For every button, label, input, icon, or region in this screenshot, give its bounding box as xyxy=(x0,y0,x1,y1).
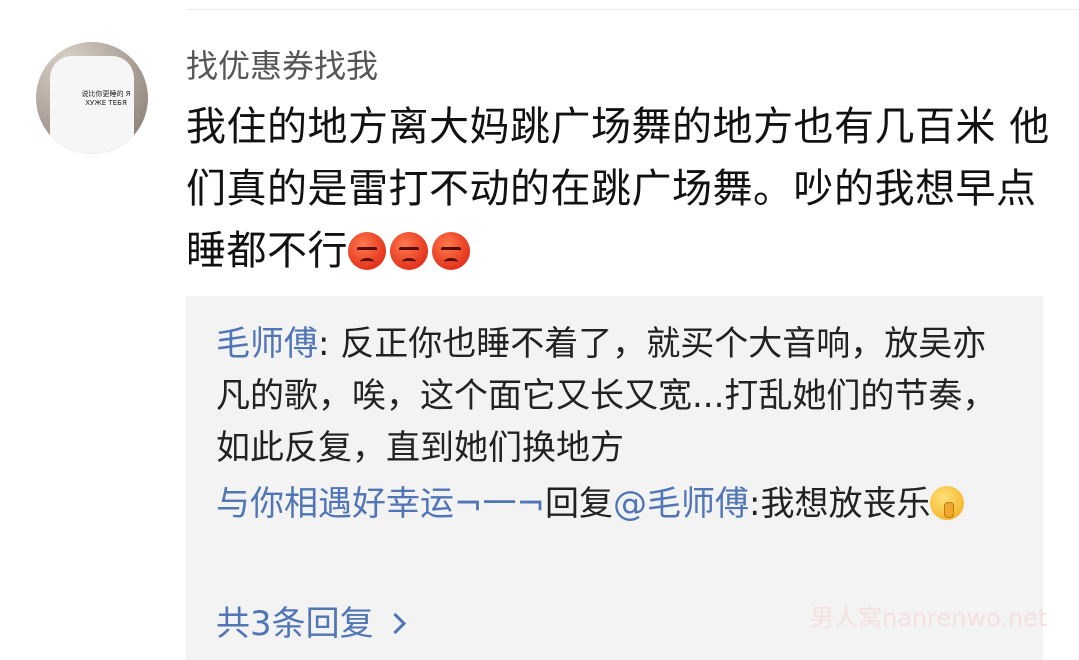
angry-face-icon xyxy=(348,232,386,270)
angry-face-icon xyxy=(390,232,428,270)
reply-word: 回复 xyxy=(544,484,613,524)
chevron-right-icon xyxy=(384,612,406,635)
reply-author[interactable]: 毛师傅 xyxy=(216,324,318,364)
comment-username[interactable]: 找优惠券找我 xyxy=(186,44,378,88)
reply-author[interactable]: 与你相遇好幸运¬一¬ xyxy=(216,484,545,524)
avatar-photo: 说比你更睡的 Я ХУЖЕ ТЕБЯ xyxy=(50,56,134,154)
reply-item[interactable]: 与你相遇好幸运¬一¬回复@毛师傅:我想放丧乐 xyxy=(216,478,1016,530)
comment-body: 我住的地方离大妈跳广场舞的地方也有几百米 他们真的是雷打不动的在跳广场舞。吵的我… xyxy=(186,96,1056,282)
comment-thread: 说比你更睡的 Я ХУЖЕ ТЕБЯ 找优惠券找我 我住的地方离大妈跳广场舞的地… xyxy=(0,0,1079,660)
shush-face-icon xyxy=(930,486,965,520)
more-replies-label: 共3条回复 xyxy=(216,604,374,644)
reply-text: 我想放丧乐 xyxy=(760,484,931,524)
reply-separator: : xyxy=(748,484,761,524)
angry-face-icon xyxy=(432,232,470,270)
more-replies-link[interactable]: 共3条回复 xyxy=(216,602,406,646)
reply-separator: : xyxy=(318,324,341,364)
reply-mention[interactable]: @毛师傅 xyxy=(613,484,749,524)
avatar-shirt-text: 说比你更睡的 Я ХУЖЕ ТЕБЯ xyxy=(81,90,131,107)
avatar[interactable]: 说比你更睡的 Я ХУЖЕ ТЕБЯ xyxy=(36,42,148,154)
divider xyxy=(186,9,1079,10)
reply-item[interactable]: 毛师傅: 反正你也睡不着了，就买个大音响，放吴亦凡的歌，唉，这个面它又长又宽..… xyxy=(216,318,1016,474)
comment-text: 我住的地方离大妈跳广场舞的地方也有几百米 他们真的是雷打不动的在跳广场舞。吵的我… xyxy=(186,104,1050,274)
watermark: 男人窝nanrenwo.net xyxy=(810,604,1048,632)
